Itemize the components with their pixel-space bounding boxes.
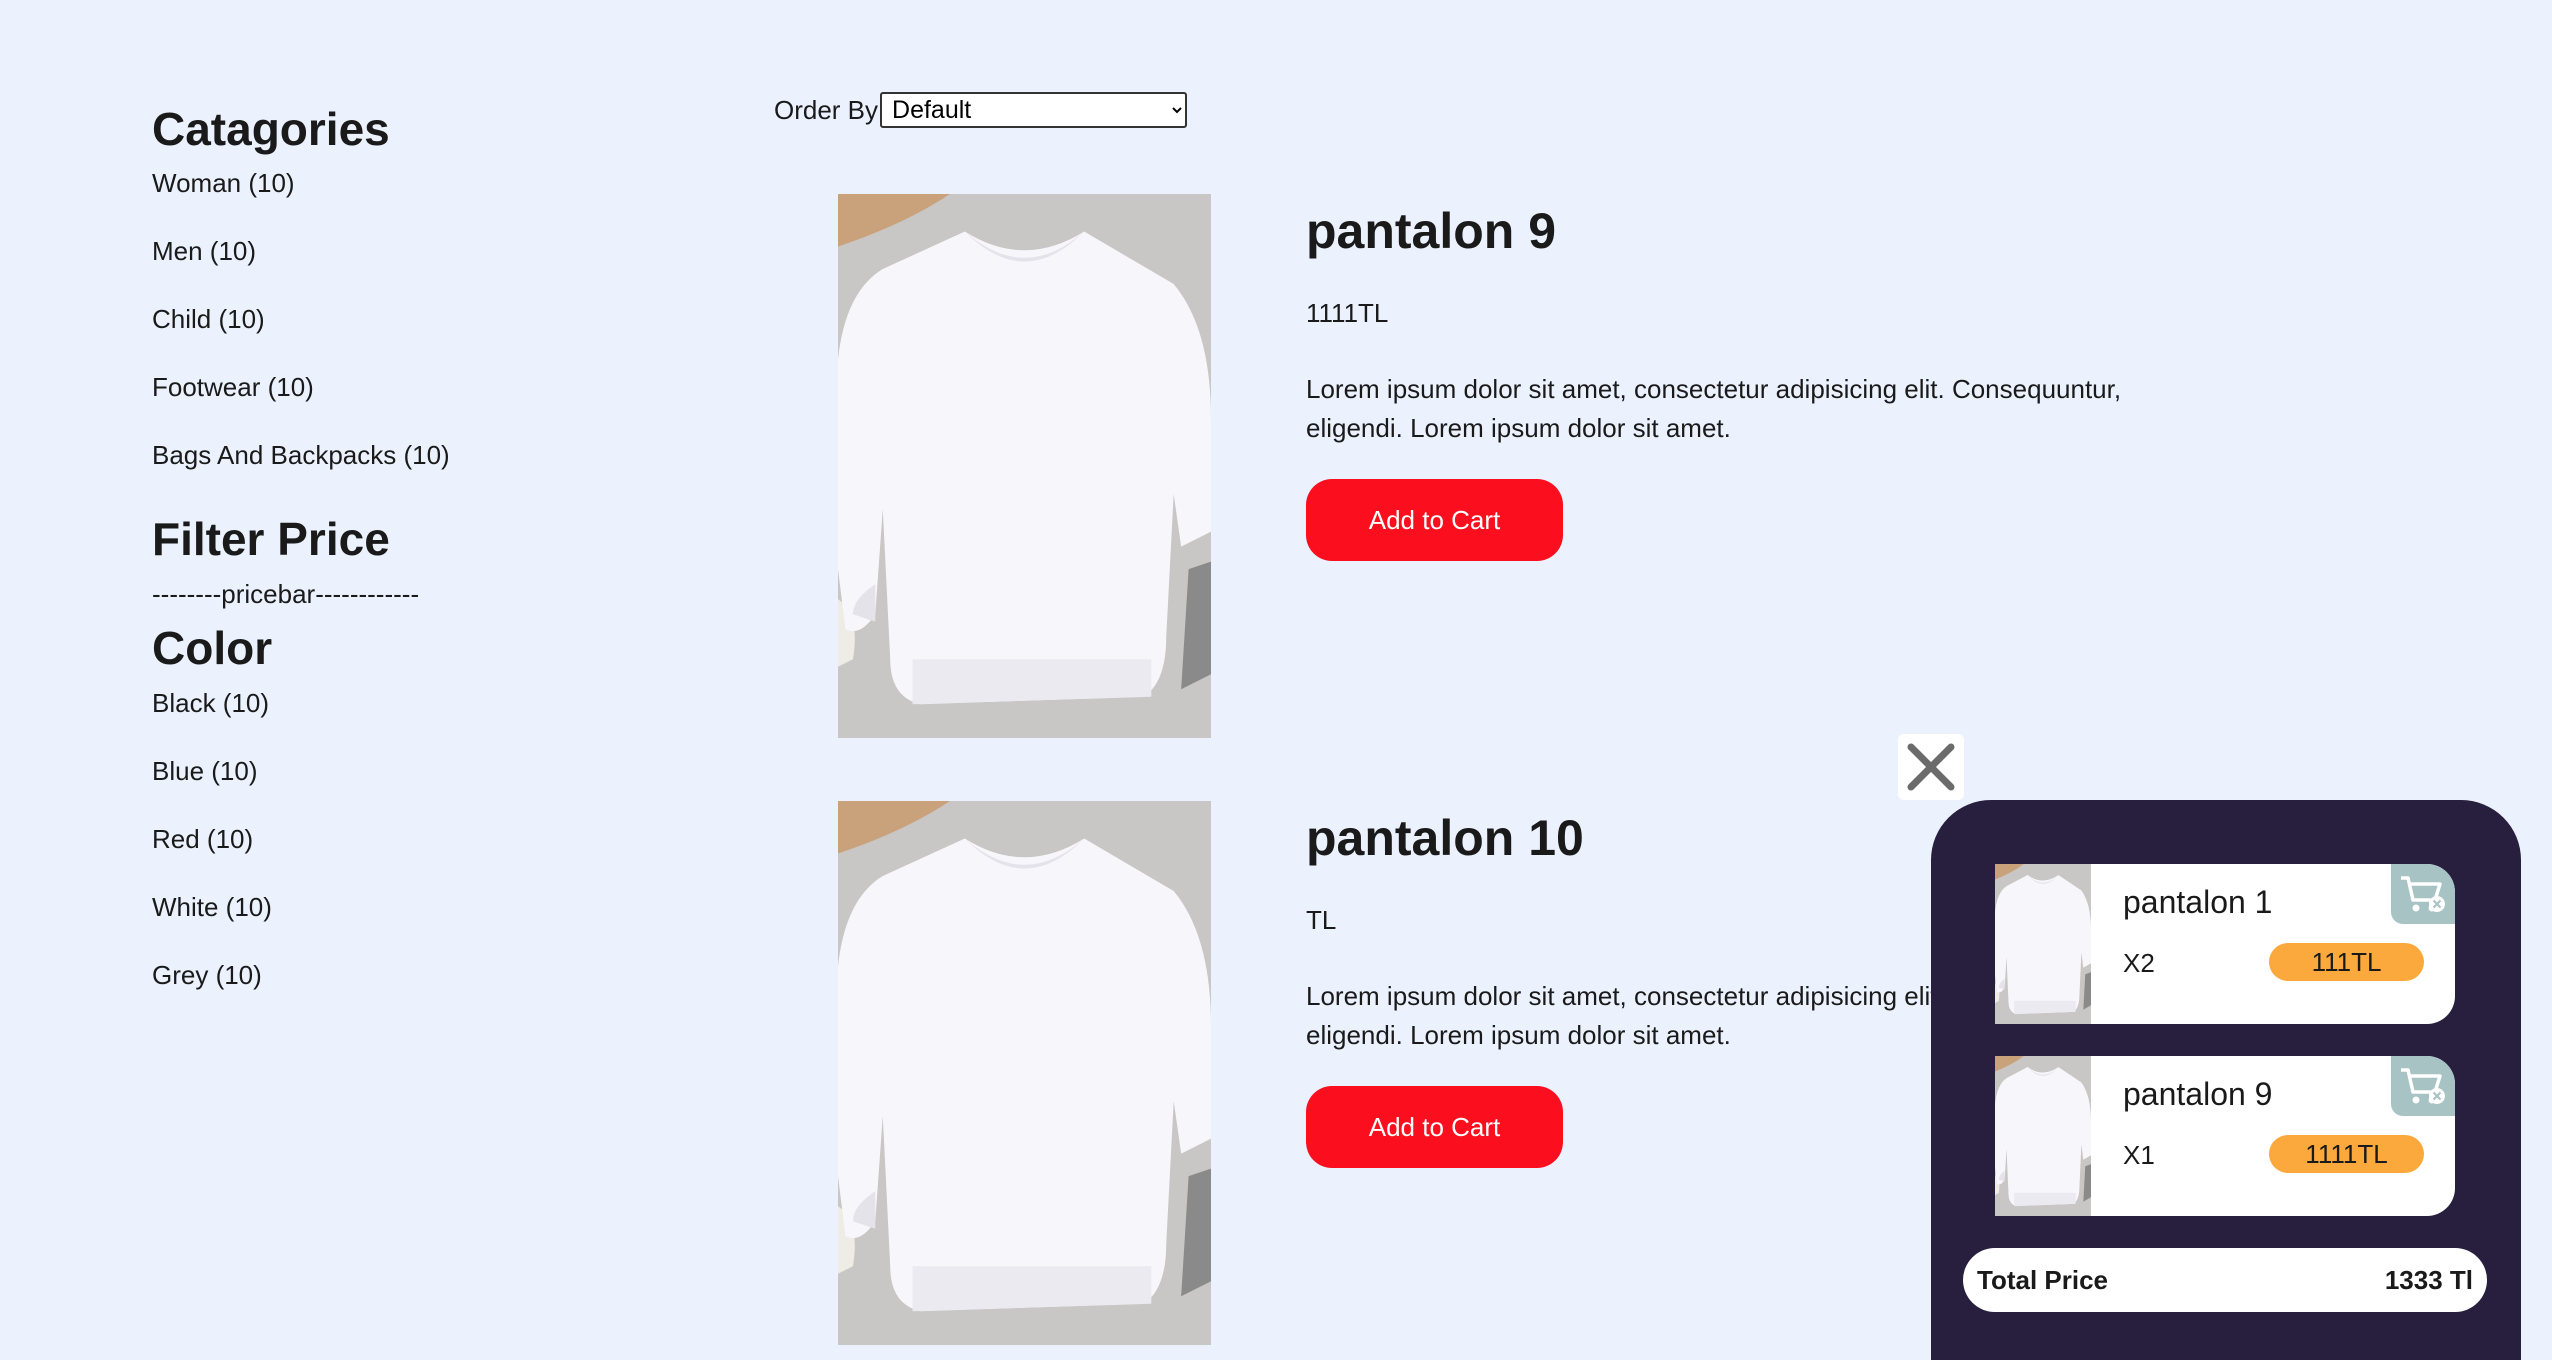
sweater-thumbnail [1995, 1056, 2091, 1216]
cart-remove-icon [2401, 876, 2445, 912]
total-price-label: Total Price [1977, 1264, 2109, 1295]
add-to-cart-button[interactable]: Add to Cart [1306, 479, 1563, 561]
categories-list: Woman (10) Men (10) Child (10) Footwear … [152, 166, 450, 472]
color-item[interactable]: Blue (10) [152, 754, 272, 788]
cart-total-bar: Total Price 1333 Tl [1963, 1248, 2487, 1312]
cart-item: pantalon 9 X1 1111TL [1995, 1056, 2455, 1216]
order-by-select[interactable]: Default [880, 92, 1188, 128]
categories-heading: Catagories [152, 103, 390, 155]
product-price: TL [1306, 905, 1337, 935]
category-item[interactable]: Bags And Backpacks (10) [152, 438, 450, 472]
close-cart-button[interactable] [1898, 734, 1964, 800]
sweater-thumbnail [1995, 864, 2091, 1024]
product-description: Lorem ipsum dolor sit amet, consectetur … [1306, 374, 2122, 443]
category-item[interactable]: Men (10) [152, 234, 450, 268]
category-item[interactable]: Woman (10) [152, 166, 450, 200]
color-list: Black (10) Blue (10) Red (10) White (10)… [152, 686, 272, 992]
cart-item-name: pantalon 9 [2123, 1076, 2273, 1112]
total-price-value: 1333 Tl [2384, 1264, 2473, 1295]
product-image[interactable] [838, 194, 1211, 738]
cart-item-price: 1111TL [2269, 1135, 2424, 1173]
cart-item-image [1995, 864, 2091, 1024]
product-price: 1111TL [1306, 298, 1389, 328]
cart-item-price: 111TL [2269, 943, 2424, 981]
product-image[interactable] [838, 801, 1211, 1345]
order-by-label: Order By [774, 95, 879, 125]
product-title[interactable]: pantalon 9 [1306, 202, 1556, 260]
sweater-image [838, 194, 1211, 738]
cart-item: pantalon 1 X2 111TL [1995, 864, 2455, 1024]
color-item[interactable]: White (10) [152, 890, 272, 924]
filter-price-heading: Filter Price [152, 513, 390, 565]
category-item[interactable]: Child (10) [152, 302, 450, 336]
order-by-control: Order By Default [774, 92, 1188, 128]
cart-item-name: pantalon 1 [2123, 884, 2273, 920]
sweater-image [838, 801, 1211, 1345]
close-icon [1907, 743, 1955, 791]
product-title[interactable]: pantalon 10 [1306, 809, 1584, 867]
cart-remove-icon [2401, 1068, 2445, 1104]
product-card: pantalon 9 1111TL Lorem ipsum dolor sit … [838, 194, 2238, 738]
cart-panel: pantalon 1 X2 111TL pantalon 9 X1 1111TL [1931, 800, 2521, 1360]
color-heading: Color [152, 622, 273, 674]
cart-remove-button[interactable] [2391, 1056, 2455, 1116]
color-item[interactable]: Red (10) [152, 822, 272, 856]
add-to-cart-button[interactable]: Add to Cart [1306, 1086, 1563, 1168]
cart-item-quantity: X2 [2123, 948, 2155, 978]
cart-item-image [1995, 1056, 2091, 1216]
cart-item-quantity: X1 [2123, 1140, 2155, 1170]
color-item[interactable]: Grey (10) [152, 958, 272, 992]
category-item[interactable]: Footwear (10) [152, 370, 450, 404]
cart-remove-button[interactable] [2391, 864, 2455, 924]
price-bar[interactable]: --------pricebar------------ [152, 577, 419, 611]
color-item[interactable]: Black (10) [152, 686, 272, 720]
